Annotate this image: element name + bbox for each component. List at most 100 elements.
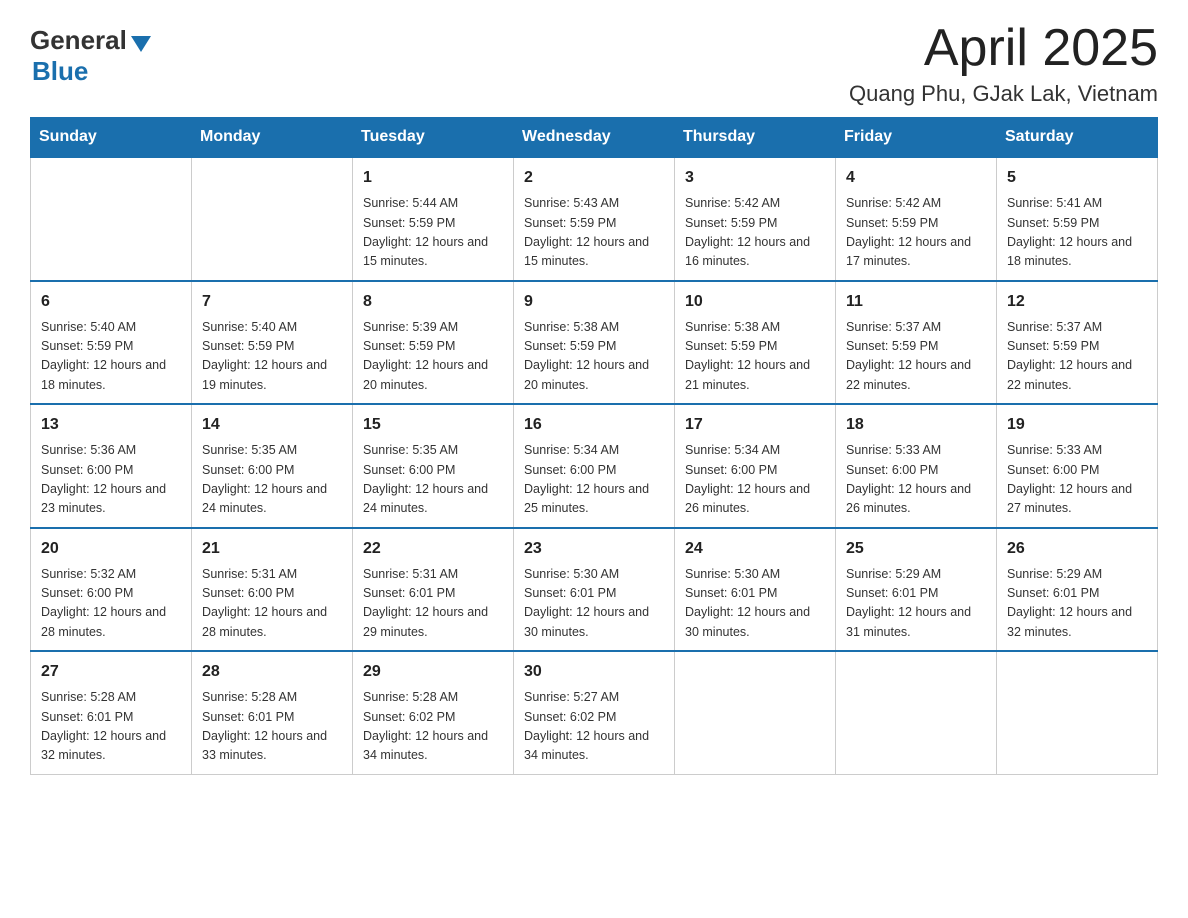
calendar-cell: 16 Sunrise: 5:34 AMSunset: 6:00 PMDayligh…: [514, 404, 675, 528]
calendar-week-row: 13 Sunrise: 5:36 AMSunset: 6:00 PMDayligh…: [31, 404, 1158, 528]
calendar-cell: 19Sunrise: 5:33 AMSunset: 6:00 PMDayligh…: [997, 404, 1158, 528]
calendar-cell: 14 Sunrise: 5:35 AMSunset: 6:00 PMDayligh…: [192, 404, 353, 528]
day-info: Sunrise: 5:30 AMSunset: 6:01 PMDaylight:…: [524, 565, 664, 643]
day-info: Sunrise: 5:34 AMSunset: 6:00 PMDaylight:…: [685, 441, 825, 519]
calendar-cell: 18Sunrise: 5:33 AMSunset: 6:00 PMDayligh…: [836, 404, 997, 528]
day-number: 3: [685, 166, 825, 190]
day-number: 5: [1007, 166, 1147, 190]
calendar-cell: [836, 651, 997, 774]
calendar-cell: 8 Sunrise: 5:39 AMSunset: 5:59 PMDaylight…: [353, 281, 514, 405]
calendar-cell: 2 Sunrise: 5:43 AMSunset: 5:59 PMDaylight…: [514, 157, 675, 281]
calendar-week-row: 20Sunrise: 5:32 AMSunset: 6:00 PMDayligh…: [31, 528, 1158, 652]
calendar-cell: [997, 651, 1158, 774]
day-number: 14: [202, 413, 342, 437]
day-number: 13: [41, 413, 181, 437]
logo-top: General: [30, 25, 151, 56]
day-number: 26: [1007, 537, 1147, 561]
header-thursday: Thursday: [675, 118, 836, 158]
day-info: Sunrise: 5:28 AMSunset: 6:01 PMDaylight:…: [202, 688, 342, 766]
day-number: 2: [524, 166, 664, 190]
day-info: Sunrise: 5:33 AMSunset: 6:00 PMDaylight:…: [846, 441, 986, 519]
title-block: April 2025 Quang Phu, GJak Lak, Vietnam: [849, 20, 1158, 107]
calendar-cell: 26Sunrise: 5:29 AMSunset: 6:01 PMDayligh…: [997, 528, 1158, 652]
day-number: 22: [363, 537, 503, 561]
header-monday: Monday: [192, 118, 353, 158]
day-info: Sunrise: 5:30 AMSunset: 6:01 PMDaylight:…: [685, 565, 825, 643]
day-number: 21: [202, 537, 342, 561]
logo: General Blue: [30, 25, 151, 87]
calendar-cell: 30Sunrise: 5:27 AMSunset: 6:02 PMDayligh…: [514, 651, 675, 774]
calendar-cell: 17 Sunrise: 5:34 AMSunset: 6:00 PMDayligh…: [675, 404, 836, 528]
day-info: Sunrise: 5:36 AMSunset: 6:00 PMDaylight:…: [41, 441, 181, 519]
day-number: 11: [846, 290, 986, 314]
calendar-subtitle: Quang Phu, GJak Lak, Vietnam: [849, 81, 1158, 107]
calendar-cell: 23 Sunrise: 5:30 AMSunset: 6:01 PMDayligh…: [514, 528, 675, 652]
day-info: Sunrise: 5:31 AMSunset: 6:01 PMDaylight:…: [363, 565, 503, 643]
day-number: 10: [685, 290, 825, 314]
calendar-cell: 22 Sunrise: 5:31 AMSunset: 6:01 PMDayligh…: [353, 528, 514, 652]
day-number: 17: [685, 413, 825, 437]
day-info: Sunrise: 5:37 AMSunset: 5:59 PMDaylight:…: [1007, 318, 1147, 396]
day-number: 27: [41, 660, 181, 684]
calendar-cell: 15 Sunrise: 5:35 AMSunset: 6:00 PMDayligh…: [353, 404, 514, 528]
day-info: Sunrise: 5:40 AMSunset: 5:59 PMDaylight:…: [41, 318, 181, 396]
calendar-cell: 1 Sunrise: 5:44 AMSunset: 5:59 PMDaylight…: [353, 157, 514, 281]
day-info: Sunrise: 5:42 AMSunset: 5:59 PMDaylight:…: [685, 194, 825, 272]
day-info: Sunrise: 5:37 AMSunset: 5:59 PMDaylight:…: [846, 318, 986, 396]
calendar-cell: 29 Sunrise: 5:28 AMSunset: 6:02 PMDayligh…: [353, 651, 514, 774]
day-number: 9: [524, 290, 664, 314]
calendar-header-row: SundayMondayTuesdayWednesdayThursdayFrid…: [31, 118, 1158, 158]
day-info: Sunrise: 5:40 AMSunset: 5:59 PMDaylight:…: [202, 318, 342, 396]
calendar-cell: 6 Sunrise: 5:40 AMSunset: 5:59 PMDaylight…: [31, 281, 192, 405]
calendar-cell: 4Sunrise: 5:42 AMSunset: 5:59 PMDaylight…: [836, 157, 997, 281]
calendar-cell: 9 Sunrise: 5:38 AMSunset: 5:59 PMDaylight…: [514, 281, 675, 405]
day-number: 19: [1007, 413, 1147, 437]
calendar-title: April 2025: [849, 20, 1158, 77]
calendar-cell: 10 Sunrise: 5:38 AMSunset: 5:59 PMDayligh…: [675, 281, 836, 405]
logo-general-text: General: [30, 25, 127, 56]
day-info: Sunrise: 5:31 AMSunset: 6:00 PMDaylight:…: [202, 565, 342, 643]
calendar-cell: 27 Sunrise: 5:28 AMSunset: 6:01 PMDayligh…: [31, 651, 192, 774]
day-number: 23: [524, 537, 664, 561]
calendar-cell: 13 Sunrise: 5:36 AMSunset: 6:00 PMDayligh…: [31, 404, 192, 528]
calendar-table: SundayMondayTuesdayWednesdayThursdayFrid…: [30, 117, 1158, 775]
day-info: Sunrise: 5:39 AMSunset: 5:59 PMDaylight:…: [363, 318, 503, 396]
day-number: 29: [363, 660, 503, 684]
page-header: General Blue April 2025 Quang Phu, GJak …: [30, 20, 1158, 107]
day-info: Sunrise: 5:29 AMSunset: 6:01 PMDaylight:…: [846, 565, 986, 643]
header-friday: Friday: [836, 118, 997, 158]
calendar-week-row: 6 Sunrise: 5:40 AMSunset: 5:59 PMDaylight…: [31, 281, 1158, 405]
day-number: 16: [524, 413, 664, 437]
day-number: 12: [1007, 290, 1147, 314]
day-number: 6: [41, 290, 181, 314]
logo-blue-text: Blue: [32, 56, 88, 87]
header-tuesday: Tuesday: [353, 118, 514, 158]
day-number: 24: [685, 537, 825, 561]
day-info: Sunrise: 5:35 AMSunset: 6:00 PMDaylight:…: [363, 441, 503, 519]
calendar-cell: [31, 157, 192, 281]
day-info: Sunrise: 5:38 AMSunset: 5:59 PMDaylight:…: [524, 318, 664, 396]
day-number: 4: [846, 166, 986, 190]
day-info: Sunrise: 5:34 AMSunset: 6:00 PMDaylight:…: [524, 441, 664, 519]
day-info: Sunrise: 5:41 AMSunset: 5:59 PMDaylight:…: [1007, 194, 1147, 272]
day-info: Sunrise: 5:38 AMSunset: 5:59 PMDaylight:…: [685, 318, 825, 396]
day-info: Sunrise: 5:28 AMSunset: 6:02 PMDaylight:…: [363, 688, 503, 766]
calendar-week-row: 1 Sunrise: 5:44 AMSunset: 5:59 PMDaylight…: [31, 157, 1158, 281]
day-info: Sunrise: 5:32 AMSunset: 6:00 PMDaylight:…: [41, 565, 181, 643]
calendar-cell: [675, 651, 836, 774]
day-number: 1: [363, 166, 503, 190]
day-number: 15: [363, 413, 503, 437]
calendar-week-row: 27 Sunrise: 5:28 AMSunset: 6:01 PMDayligh…: [31, 651, 1158, 774]
day-info: Sunrise: 5:35 AMSunset: 6:00 PMDaylight:…: [202, 441, 342, 519]
day-info: Sunrise: 5:28 AMSunset: 6:01 PMDaylight:…: [41, 688, 181, 766]
header-wednesday: Wednesday: [514, 118, 675, 158]
calendar-cell: 5 Sunrise: 5:41 AMSunset: 5:59 PMDaylight…: [997, 157, 1158, 281]
calendar-cell: 20Sunrise: 5:32 AMSunset: 6:00 PMDayligh…: [31, 528, 192, 652]
header-sunday: Sunday: [31, 118, 192, 158]
day-info: Sunrise: 5:44 AMSunset: 5:59 PMDaylight:…: [363, 194, 503, 272]
calendar-cell: [192, 157, 353, 281]
day-number: 30: [524, 660, 664, 684]
day-info: Sunrise: 5:43 AMSunset: 5:59 PMDaylight:…: [524, 194, 664, 272]
day-number: 8: [363, 290, 503, 314]
day-number: 28: [202, 660, 342, 684]
